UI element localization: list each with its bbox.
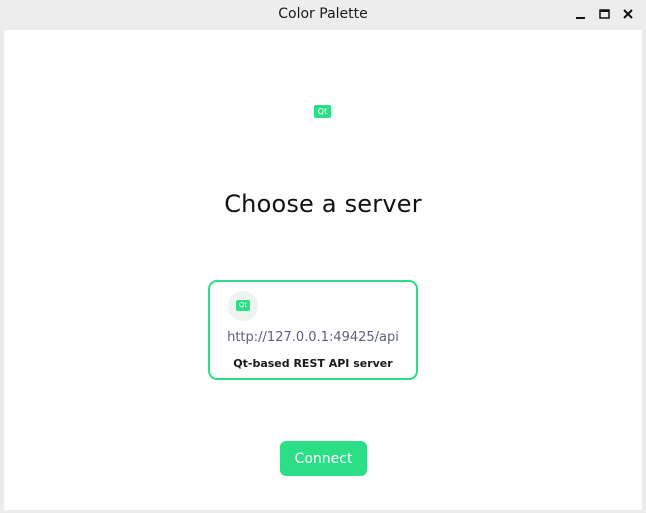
server-url: http://127.0.0.1:49425/api xyxy=(227,330,399,345)
maximize-icon xyxy=(599,9,610,19)
qt-logo: Qt xyxy=(314,105,331,118)
main-content: Qt Choose a server Qt http://127.0.0.1:4… xyxy=(4,30,642,510)
maximize-button[interactable] xyxy=(598,7,612,21)
page-title: Choose a server xyxy=(224,190,422,218)
minimize-icon xyxy=(576,17,585,19)
server-card[interactable]: Qt http://127.0.0.1:49425/api Qt-based R… xyxy=(208,280,418,380)
title-bar[interactable]: Color Palette xyxy=(0,0,646,29)
minimize-button[interactable] xyxy=(574,7,588,21)
close-button[interactable] xyxy=(621,7,635,21)
window-title: Color Palette xyxy=(278,6,368,22)
connect-button[interactable]: Connect xyxy=(280,441,367,476)
app-window: Color Palette Qt Choose a server Qt http… xyxy=(0,0,646,513)
server-icon-badge: Qt xyxy=(228,291,258,321)
qt-server-icon: Qt xyxy=(236,300,250,311)
server-name: Qt-based REST API server xyxy=(233,357,393,370)
close-icon xyxy=(623,9,633,19)
